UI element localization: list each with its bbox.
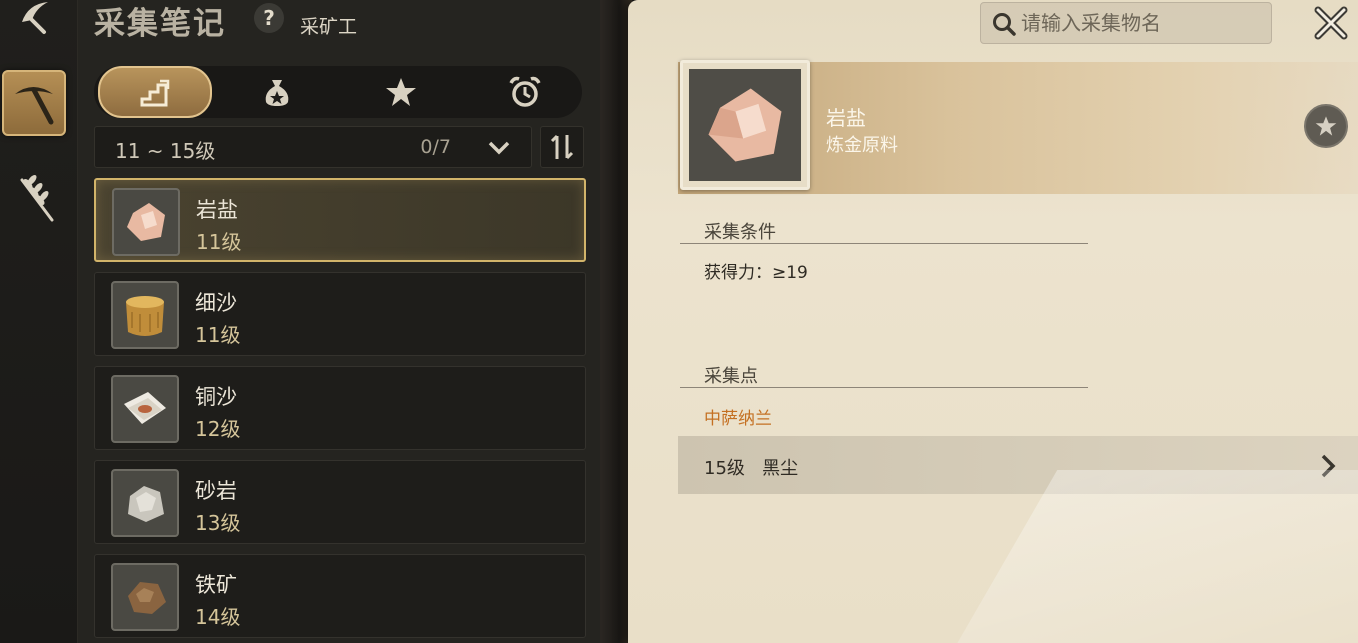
chevron-right-icon	[1321, 454, 1336, 478]
category-rail	[0, 0, 78, 643]
item-thumbnail	[112, 188, 180, 256]
region-name: 中萨纳兰	[704, 409, 772, 429]
detail-item-type: 炼金原料	[826, 135, 898, 156]
search-input[interactable]	[1021, 8, 1261, 38]
list-item[interactable]: 岩盐 11级	[94, 178, 586, 262]
list-item[interactable]: 铁矿 14级	[94, 554, 586, 638]
item-level: 11级	[196, 230, 242, 254]
rail-item-herbalist[interactable]	[4, 0, 68, 46]
list-item[interactable]: 细沙 11级	[94, 272, 586, 356]
gather-point-label: 15级 黑尘	[704, 458, 799, 479]
level-filter-dropdown[interactable]: 11 ~ 15级 0/7	[94, 126, 532, 168]
gather-point-row[interactable]: 15级 黑尘	[678, 436, 1358, 494]
list-item[interactable]: 铜沙 12级	[94, 366, 586, 450]
item-name: 细沙	[195, 291, 237, 315]
sort-order-button[interactable]	[540, 126, 584, 168]
item-level: 11级	[195, 323, 241, 347]
sandstone-icon	[128, 486, 164, 522]
wheat-icon	[20, 175, 54, 222]
tab-favorites[interactable]	[346, 66, 456, 118]
divider	[680, 243, 1088, 244]
pickaxe-icon	[15, 87, 54, 125]
item-thumbnail	[111, 281, 179, 349]
star-icon	[386, 78, 416, 106]
item-level: 14级	[195, 605, 241, 629]
list-item[interactable]: 砂岩 13级	[94, 460, 586, 544]
item-name: 岩盐	[196, 198, 238, 222]
chevron-down-icon	[488, 141, 510, 155]
rock-salt-icon	[127, 203, 165, 241]
detail-item-name: 岩盐	[826, 106, 866, 130]
item-large-thumbnail	[680, 60, 810, 190]
profession-label: 采矿工	[300, 16, 358, 38]
copper-sand-icon	[124, 392, 166, 424]
item-thumbnail	[111, 375, 179, 443]
help-button[interactable]: ?	[254, 3, 284, 33]
search-icon	[993, 13, 1016, 36]
divider	[680, 387, 1088, 388]
section-heading-conditions: 采集条件	[704, 222, 776, 243]
item-name: 铜沙	[195, 385, 237, 409]
rail-item-farmer[interactable]	[4, 168, 68, 232]
section-heading-points: 采集点	[704, 366, 758, 387]
iron-ore-icon	[128, 582, 166, 614]
level-range: 11 ~ 15级	[115, 139, 216, 163]
item-level: 12级	[195, 417, 241, 441]
alarm-clock-icon	[509, 76, 541, 107]
collected-count: 0/7	[420, 136, 451, 158]
rail-item-miner[interactable]	[2, 70, 66, 136]
rock-salt-icon	[708, 88, 782, 162]
close-icon	[1314, 6, 1348, 40]
item-level: 13级	[195, 511, 241, 535]
detail-page: 岩盐 炼金原料 采集条件 获得力：≥19 采集点 中萨纳兰 15级 黑尘	[628, 0, 1358, 643]
sort-arrows-icon	[550, 134, 574, 160]
tab-value[interactable]	[222, 66, 332, 118]
tab-timed[interactable]	[470, 66, 580, 118]
item-thumbnail	[111, 563, 179, 631]
page-title: 采集笔记	[94, 6, 226, 42]
favorite-button[interactable]	[1304, 104, 1348, 148]
tab-level[interactable]	[98, 66, 212, 118]
item-name: 铁矿	[195, 573, 237, 597]
level-stairs-icon	[140, 79, 170, 107]
sort-tabs	[94, 66, 582, 118]
sand-sack-icon	[126, 296, 164, 336]
sickle-icon	[22, 2, 48, 34]
close-button[interactable]	[1310, 2, 1352, 44]
item-thumbnail	[111, 469, 179, 537]
star-icon	[1315, 116, 1337, 136]
item-name: 砂岩	[195, 479, 237, 503]
gather-notes-panel: 采集笔记 ? 采矿工 11 ~ 15级 0/7 岩盐 11级 细沙 11级 铜沙…	[78, 0, 600, 643]
money-bag-icon	[265, 80, 289, 106]
search-box	[980, 2, 1272, 44]
gather-condition: 获得力：≥19	[704, 263, 808, 283]
